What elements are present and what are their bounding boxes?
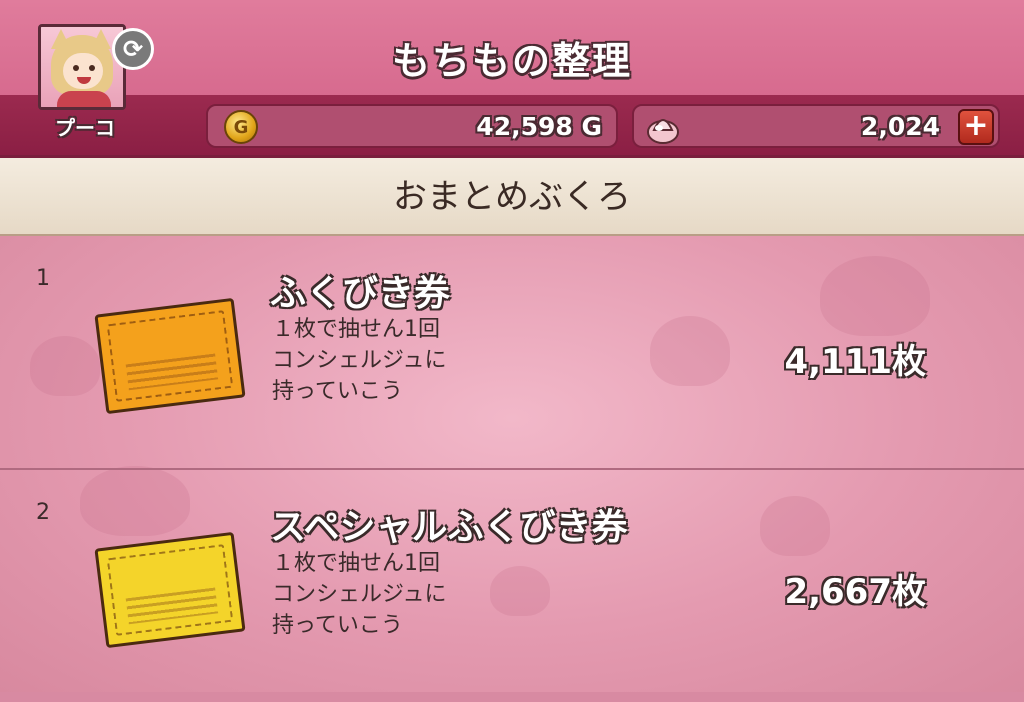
special-fukubiki-ticket-icon (94, 531, 246, 649)
player-avatar[interactable] (38, 24, 126, 110)
item-index: 1 (36, 266, 50, 291)
item-list: 1 ふくびき券 １枚で抽せん1回 コンシェルジュに 持っていこう 4,111枚 … (0, 236, 1024, 692)
list-item[interactable]: 1 ふくびき券 １枚で抽せん1回 コンシェルジュに 持っていこう 4,111枚 (0, 236, 1024, 470)
item-name: ふくびき券 (270, 273, 451, 314)
gem-display: 2,024 + (632, 104, 1000, 148)
refresh-icon: ⟳ (122, 35, 144, 63)
buy-gems-button[interactable]: + (958, 109, 994, 145)
player-name: プーコ (55, 116, 115, 140)
gem-amount: 2,024 (860, 112, 940, 141)
gem-icon (647, 119, 679, 144)
item-count: 2,667枚 (784, 572, 926, 612)
plus-icon: + (963, 108, 989, 143)
switch-character-button[interactable]: ⟳ (112, 28, 154, 70)
item-description: １枚で抽せん1回 コンシェルジュに 持っていこう (272, 551, 447, 638)
list-item[interactable]: 2 スペシャルふくびき券 １枚で抽せん1回 コンシェルジュに 持っていこう 2,… (0, 470, 1024, 702)
gold-amount: 42,598 G (476, 112, 602, 141)
page-title: もちもの整理 (391, 39, 632, 83)
header-bar: もちもの整理 ⟳ プーコ G 42,598 G 2,024 + (0, 0, 1024, 158)
section-title: おまとめぶくろ (0, 158, 1024, 236)
gold-display: G 42,598 G (206, 104, 618, 148)
item-description: １枚で抽せん1回 コンシェルジュに 持っていこう (272, 317, 447, 404)
item-index: 2 (36, 500, 50, 525)
fukubiki-ticket-icon (94, 297, 246, 415)
item-count: 4,111枚 (784, 342, 926, 382)
item-name: スペシャルふくびき券 (270, 507, 628, 548)
gold-coin-icon: G (224, 110, 258, 144)
